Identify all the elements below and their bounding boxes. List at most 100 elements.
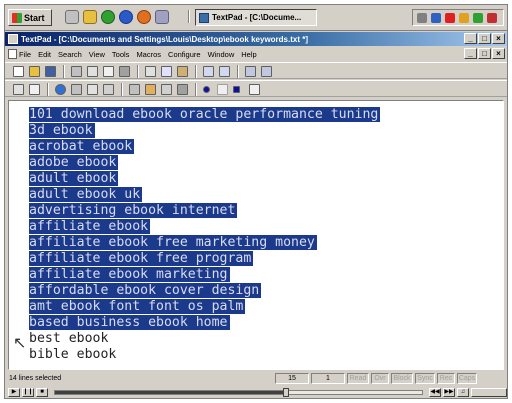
volume-icon[interactable]: ♫ xyxy=(457,387,469,397)
browser-view-icon[interactable] xyxy=(55,84,66,95)
doc-minimize-button[interactable]: _ xyxy=(464,48,477,59)
menu-view[interactable]: View xyxy=(89,50,105,59)
text-line[interactable]: affiliate ebook free marketing money xyxy=(29,235,380,251)
taskbar-textpad-button[interactable]: TextPad - [C:\Docume... xyxy=(195,9,317,26)
text-line[interactable]: 101 download ebook oracle performance tu… xyxy=(29,107,381,123)
status-caps-mode[interactable]: Caps xyxy=(457,373,477,384)
undo-icon[interactable] xyxy=(203,66,214,77)
status-sync-mode[interactable]: Sync xyxy=(415,373,435,384)
menu-file[interactable]: File xyxy=(19,50,31,59)
minimize-button[interactable]: _ xyxy=(464,33,477,44)
quicklaunch-browser-icon[interactable] xyxy=(119,10,133,24)
find-in-files-icon[interactable] xyxy=(103,84,114,95)
close-button[interactable]: × xyxy=(492,33,505,44)
tray-network-icon[interactable] xyxy=(431,13,441,23)
line-text: acrobat ebook xyxy=(29,139,135,154)
spelling-icon[interactable] xyxy=(71,84,82,95)
window-titlebar[interactable]: TextPad - [C:\Documents and Settings\Lou… xyxy=(5,32,507,46)
tray-speaker-icon[interactable] xyxy=(417,13,427,23)
textpad-app-icon[interactable] xyxy=(8,34,18,44)
print-preview-icon[interactable] xyxy=(103,66,114,77)
menu-window[interactable]: Window xyxy=(208,50,235,59)
tray-update-icon[interactable] xyxy=(459,13,469,23)
pause-macro-icon[interactable] xyxy=(217,84,228,95)
save-all-icon[interactable] xyxy=(71,66,82,77)
line-text: advertising ebook internet xyxy=(29,203,238,218)
copy-icon[interactable] xyxy=(161,66,172,77)
open-file-icon[interactable] xyxy=(29,66,40,77)
seek-track[interactable] xyxy=(54,387,423,397)
indent-icon[interactable] xyxy=(245,66,256,77)
text-line[interactable]: affiliate ebook marketing xyxy=(29,267,380,283)
outdent-icon[interactable] xyxy=(261,66,272,77)
tray-app-icon[interactable] xyxy=(473,13,483,23)
forward-icon[interactable]: ▶▶ xyxy=(443,387,455,397)
line-text: 3d ebook xyxy=(29,123,95,138)
text-line[interactable]: bible ebook xyxy=(29,347,380,363)
paragraph-mark-icon[interactable] xyxy=(29,84,40,95)
text-line[interactable]: adobe ebook xyxy=(29,155,380,171)
tool-icon[interactable] xyxy=(145,84,156,95)
start-button[interactable]: Start xyxy=(8,9,52,26)
line-text: affordable ebook cover design xyxy=(29,283,262,298)
line-text: affiliate ebook xyxy=(29,219,151,234)
save-icon[interactable] xyxy=(45,66,56,77)
player-menu-button[interactable] xyxy=(471,387,507,397)
menu-edit[interactable]: Edit xyxy=(38,50,51,59)
rewind-icon[interactable]: ◀◀ xyxy=(429,387,441,397)
pause-icon[interactable]: ❙❙ xyxy=(22,387,34,397)
stop-icon[interactable]: ■ xyxy=(36,387,48,397)
menu-help[interactable]: Help xyxy=(241,50,256,59)
text-line[interactable]: adult ebook uk xyxy=(29,187,380,203)
quicklaunch-folder-icon[interactable] xyxy=(83,10,97,24)
spell-check-icon[interactable] xyxy=(119,66,130,77)
quicklaunch-app-icon[interactable] xyxy=(155,10,169,24)
line-text: bible ebook xyxy=(29,347,117,362)
compare-icon[interactable] xyxy=(129,84,140,95)
text-line[interactable]: affiliate ebook xyxy=(29,219,380,235)
quicklaunch-desktop-icon[interactable] xyxy=(65,10,79,24)
tray-alert-icon[interactable] xyxy=(487,13,497,23)
status-overwrite-mode[interactable]: Ovr xyxy=(371,373,389,384)
word-wrap-icon[interactable] xyxy=(13,84,24,95)
menu-macros[interactable]: Macros xyxy=(136,50,161,59)
document-icon[interactable] xyxy=(8,49,17,59)
play-icon[interactable]: ▶ xyxy=(8,387,20,397)
text-line[interactable]: best ebook xyxy=(29,331,380,347)
paste-icon[interactable] xyxy=(177,66,188,77)
status-read-mode[interactable]: Read xyxy=(347,373,369,384)
record-macro-icon[interactable] xyxy=(203,86,210,93)
doc-close-button[interactable]: × xyxy=(492,48,505,59)
text-line[interactable]: based business ebook home xyxy=(29,315,380,331)
menu-search[interactable]: Search xyxy=(58,50,82,59)
doc-restore-button[interactable]: □ xyxy=(478,48,491,59)
play-macro-icon[interactable] xyxy=(233,86,240,93)
text-line[interactable]: 3d ebook xyxy=(29,123,380,139)
maximize-button[interactable]: □ xyxy=(478,33,491,44)
status-record-mode[interactable]: Rec xyxy=(437,373,455,384)
help-pointer-icon[interactable] xyxy=(249,84,260,95)
menu-configure[interactable]: Configure xyxy=(168,50,201,59)
text-line[interactable]: acrobat ebook xyxy=(29,139,380,155)
status-block-mode[interactable]: Block xyxy=(391,373,413,384)
text-line[interactable]: affordable ebook cover design xyxy=(29,283,380,299)
text-line[interactable]: affiliate ebook free program xyxy=(29,251,380,267)
menu-tools[interactable]: Tools xyxy=(112,50,130,59)
seek-thumb[interactable] xyxy=(282,387,289,397)
cut-icon[interactable] xyxy=(145,66,156,77)
quicklaunch-orange-icon[interactable] xyxy=(137,10,151,24)
tray-antivirus-icon[interactable] xyxy=(445,13,455,23)
line-text: adult ebook xyxy=(29,171,119,186)
print-icon[interactable] xyxy=(87,66,98,77)
text-line[interactable]: amt ebook font font os palm xyxy=(29,299,380,315)
quicklaunch-green-icon[interactable] xyxy=(101,10,115,24)
redo-icon[interactable] xyxy=(219,66,230,77)
window-title: TextPad - [C:\Documents and Settings\Lou… xyxy=(21,34,309,44)
bookmark-icon[interactable] xyxy=(177,84,188,95)
new-file-icon[interactable] xyxy=(13,66,24,77)
sort-icon[interactable] xyxy=(87,84,98,95)
text-line[interactable]: adult ebook xyxy=(29,171,380,187)
text-line[interactable]: advertising ebook internet xyxy=(29,203,380,219)
text-editor[interactable]: 101 download ebook oracle performance tu… xyxy=(8,100,504,370)
search-icon[interactable] xyxy=(161,84,172,95)
